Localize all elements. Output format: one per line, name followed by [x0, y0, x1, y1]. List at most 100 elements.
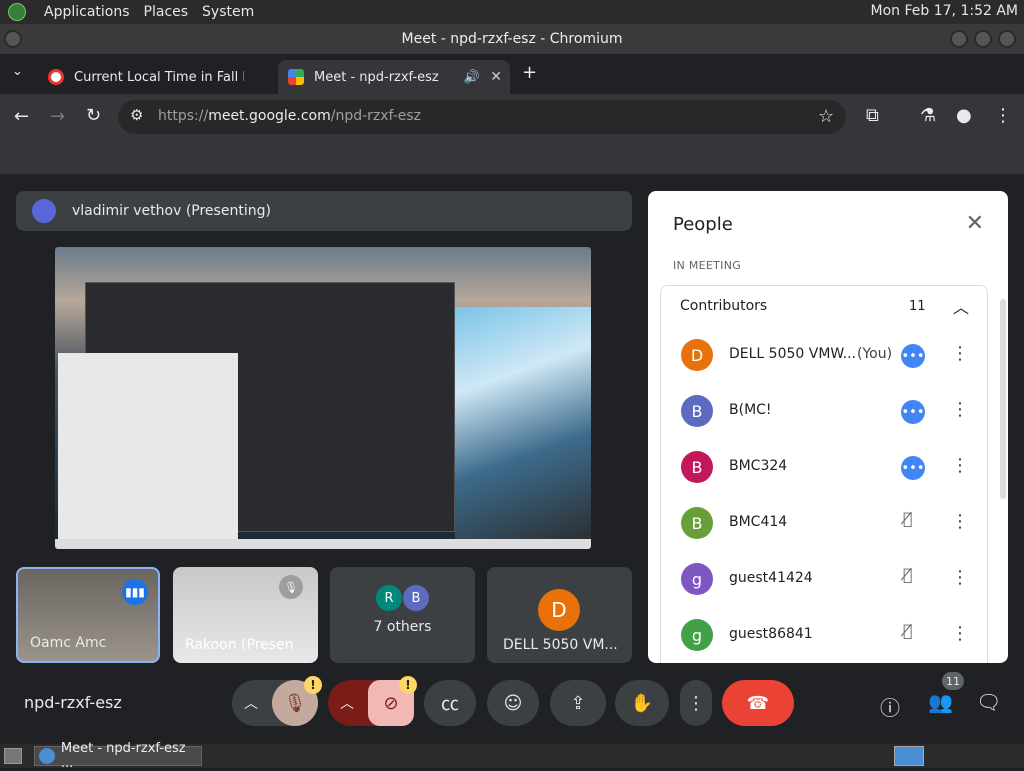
- person-name: B(MC!: [729, 402, 772, 418]
- close-window-button[interactable]: [998, 30, 1016, 48]
- mic-off-badge-icon: 🎙: [279, 575, 303, 599]
- show-desktop-icon[interactable]: [4, 748, 22, 764]
- panel-clock[interactable]: Mon Feb 17, 1:52 AM: [871, 3, 1018, 19]
- person-avatar: B: [681, 507, 713, 539]
- panel-scrollbar[interactable]: [1000, 299, 1006, 499]
- emoji-icon: ☺: [503, 692, 523, 714]
- person-row[interactable]: B B(MC! ••• ⋮: [660, 383, 988, 439]
- tab-strip: ⌄ Current Local Time in Fall Riv Meet - …: [0, 54, 1024, 94]
- tile-others[interactable]: R B 7 others: [330, 567, 475, 663]
- browser-menu-icon[interactable]: ⋮: [994, 105, 1012, 126]
- people-panel: People ✕ IN MEETING Contributors 11 ︿ DD…: [648, 191, 1008, 663]
- profile-icon[interactable]: ●: [956, 105, 972, 126]
- present-button[interactable]: ⇪: [550, 680, 606, 726]
- site-info-icon[interactable]: ⚙: [130, 106, 143, 124]
- gnome-logo-icon[interactable]: [8, 3, 26, 21]
- person-more-icon[interactable]: ⋮: [951, 455, 969, 476]
- self-avatar: D: [538, 589, 580, 631]
- presenter-bar: vladimir vethov (Presenting): [16, 191, 632, 231]
- presenter-avatar: [32, 199, 56, 223]
- reload-icon[interactable]: ↻: [86, 105, 101, 126]
- more-options-button[interactable]: ⋮: [680, 680, 712, 726]
- screen-share-video[interactable]: [55, 247, 591, 549]
- camera-options-chevron-icon[interactable]: ︿: [340, 693, 354, 713]
- person-more-icon[interactable]: ⋮: [951, 343, 969, 364]
- window-title: Meet - npd-rzxf-esz - Chromium: [401, 31, 623, 47]
- others-label: 7 others: [373, 619, 432, 635]
- tile-name: DELL 5050 VM...: [503, 637, 618, 653]
- people-icon[interactable]: 👥: [928, 690, 953, 714]
- other-avatar: R: [376, 585, 402, 611]
- shared-wallpaper: [455, 307, 591, 549]
- speaking-dots-icon: •••: [901, 344, 925, 368]
- captions-button[interactable]: ㏄: [424, 680, 476, 726]
- speaking-dots-icon: •••: [901, 400, 925, 424]
- speaking-indicator-icon: ▮▮▮: [122, 579, 148, 605]
- close-panel-icon[interactable]: ✕: [966, 211, 984, 236]
- tile-oamc-amc[interactable]: ▮▮▮ Oamc Amc: [16, 567, 160, 663]
- you-label: (You): [857, 346, 893, 362]
- tab-search-chevron-icon[interactable]: ⌄: [12, 64, 23, 79]
- person-row[interactable]: B BMC324 ••• ⋮: [660, 439, 988, 495]
- menu-applications[interactable]: Applications: [44, 4, 130, 20]
- workspace-switcher[interactable]: [894, 746, 924, 766]
- leave-call-button[interactable]: ☎: [722, 680, 794, 726]
- extensions-icon[interactable]: ⧉: [866, 105, 879, 126]
- contributors-label: Contributors: [680, 298, 768, 314]
- tab-local-time[interactable]: Current Local Time in Fall Riv: [38, 60, 278, 94]
- close-tab-icon[interactable]: ✕: [490, 69, 502, 85]
- bookmark-star-icon[interactable]: ☆: [818, 106, 834, 127]
- person-more-icon[interactable]: ⋮: [951, 511, 969, 532]
- tile-dell-self[interactable]: D DELL 5050 VM...: [487, 567, 632, 663]
- tab-label: Meet - npd-rzxf-esz: [314, 69, 439, 85]
- person-name: BMC414: [729, 514, 788, 530]
- other-avatar: B: [403, 585, 429, 611]
- person-more-icon[interactable]: ⋮: [951, 567, 969, 588]
- mic-warning-icon: !: [304, 676, 322, 694]
- meeting-info-icon[interactable]: ⓘ: [880, 692, 900, 721]
- maximize-button[interactable]: [974, 30, 992, 48]
- person-avatar: g: [681, 619, 713, 651]
- back-icon[interactable]: ←: [14, 106, 29, 127]
- mic-off-icon: 🎙̸: [903, 509, 913, 528]
- mic-off-icon: 🎙̸: [903, 621, 913, 640]
- menu-system[interactable]: System: [202, 4, 254, 20]
- clock-favicon-icon: [48, 69, 64, 85]
- person-name: guest41424: [729, 570, 813, 586]
- raise-hand-button[interactable]: ✋: [615, 680, 669, 726]
- contributors-header[interactable]: Contributors 11 ︿: [660, 285, 988, 327]
- person-row[interactable]: B BMC414 🎙̸ ⋮: [660, 495, 988, 551]
- person-avatar: g: [681, 563, 713, 595]
- audio-playing-icon[interactable]: 🔊: [464, 70, 480, 85]
- tab-meet[interactable]: Meet - npd-rzxf-esz 🔊 ✕: [278, 60, 510, 94]
- person-row[interactable]: g guest86841 🎙̸ ⋮: [660, 607, 988, 663]
- meet-stage: vladimir vethov (Presenting) ▮▮▮ Oamc Am…: [0, 174, 1024, 744]
- forward-icon[interactable]: →: [50, 106, 65, 127]
- person-row[interactable]: g guest41424 🎙̸ ⋮: [660, 551, 988, 607]
- hang-up-icon: ☎: [746, 692, 770, 714]
- person-row[interactable]: D DELL 5050 VMW... (You) ••• ⋮: [660, 327, 988, 383]
- person-more-icon[interactable]: ⋮: [951, 623, 969, 644]
- new-tab-icon[interactable]: +: [522, 62, 537, 83]
- meet-favicon-icon: [288, 69, 304, 85]
- address-url[interactable]: https://meet.google.com/npd-rzxf-esz: [158, 108, 421, 124]
- person-avatar: B: [681, 395, 713, 427]
- taskbar-meet-window[interactable]: Meet - npd-rzxf-esz ...: [34, 741, 202, 771]
- chevron-up-icon[interactable]: ︿: [953, 294, 969, 318]
- in-meeting-heading: IN MEETING: [673, 259, 742, 272]
- person-more-icon[interactable]: ⋮: [951, 399, 969, 420]
- person-name: BMC324: [729, 458, 788, 474]
- mic-options-chevron-icon[interactable]: ︿: [244, 693, 258, 713]
- menu-places[interactable]: Places: [144, 4, 189, 20]
- chromium-icon: [39, 748, 55, 764]
- window-menu-button[interactable]: [4, 30, 22, 48]
- chat-icon[interactable]: 🗨: [976, 690, 1001, 714]
- people-title: People: [673, 214, 733, 235]
- emoji-button[interactable]: ☺: [487, 680, 539, 726]
- minimize-button[interactable]: [950, 30, 968, 48]
- tile-rakoon[interactable]: 🎙 Rakoon (Presen: [173, 567, 318, 663]
- hand-icon: ✋: [630, 692, 654, 714]
- address-bar[interactable]: ⚙ https://meet.google.com/npd-rzxf-esz ☆: [118, 100, 846, 134]
- gnome-bottom-panel: Meet - npd-rzxf-esz ...: [0, 741, 1024, 771]
- labs-flask-icon[interactable]: ⚗: [920, 105, 936, 126]
